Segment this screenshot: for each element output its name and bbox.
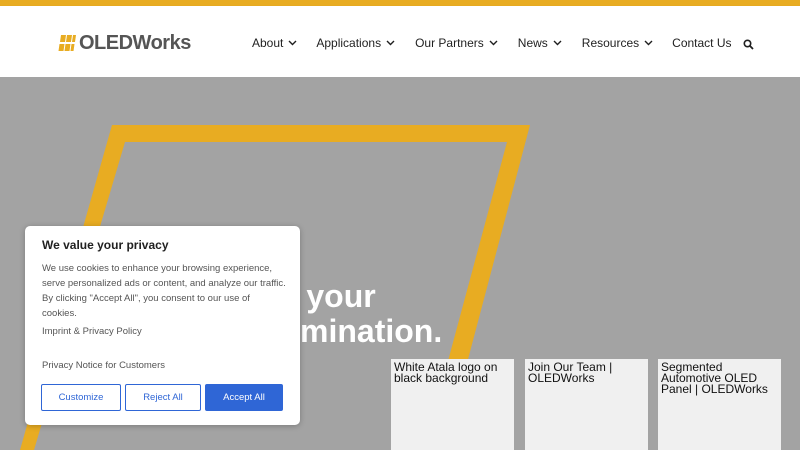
logo[interactable]: OLEDWorks (57, 32, 191, 54)
chevron-down-icon (644, 40, 653, 46)
reject-all-button[interactable]: Reject All (125, 384, 201, 411)
image-card-atala[interactable]: White Atala logo on black background (391, 359, 514, 450)
logo-text: OLEDWorks (79, 31, 191, 54)
chevron-down-icon (288, 40, 297, 46)
nav-item-resources[interactable]: Resources (582, 36, 653, 50)
main-nav: About Applications Our Partners News Res… (252, 33, 732, 53)
nav-item-contact-us[interactable]: Contact Us (672, 36, 731, 50)
chevron-down-icon (553, 40, 562, 46)
site-header: OLEDWorks About Applications Our Partner… (0, 6, 800, 77)
imprint-privacy-link[interactable]: Imprint & Privacy Policy (42, 326, 142, 337)
card-label: Join Our Team | OLEDWorks (528, 360, 613, 385)
nav-item-label: Contact Us (672, 36, 732, 50)
image-card-join-team[interactable]: Join Our Team | OLEDWorks (525, 359, 648, 450)
card-label: White Atala logo on black background (394, 360, 498, 385)
customize-button[interactable]: Customize (41, 384, 121, 411)
chevron-down-icon (489, 40, 498, 46)
hero-headline-line2: mination. (300, 313, 443, 349)
cookie-description: We use cookies to enhance your browsing … (42, 263, 286, 319)
nav-item-about[interactable]: About (252, 36, 297, 50)
nav-item-label: About (252, 36, 284, 50)
cookie-title: We value your privacy (42, 238, 169, 252)
nav-item-applications[interactable]: Applications (316, 36, 395, 50)
nav-item-label: Our Partners (415, 36, 484, 50)
cookie-consent-dialog: We value your privacy We use cookies to … (25, 226, 300, 425)
image-card-automotive-panel[interactable]: Segmented Automotive OLED Panel | OLEDWo… (658, 359, 781, 450)
logo-mark-icon (58, 35, 76, 51)
search-icon[interactable] (743, 39, 754, 50)
nav-item-label: News (517, 36, 548, 50)
privacy-notice-link[interactable]: Privacy Notice for Customers (42, 360, 165, 371)
chevron-down-icon (386, 40, 395, 46)
card-label: Segmented Automotive OLED Panel | OLEDWo… (661, 360, 768, 396)
nav-item-our-partners[interactable]: Our Partners (415, 36, 498, 50)
accept-all-button[interactable]: Accept All (205, 384, 283, 411)
nav-item-label: Applications (316, 36, 382, 50)
nav-item-news[interactable]: News (518, 36, 562, 50)
nav-item-label: Resources (581, 36, 640, 50)
